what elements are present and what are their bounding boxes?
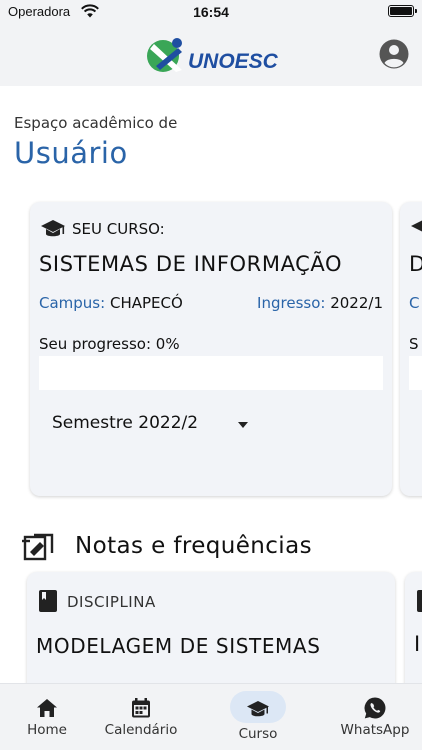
campus-label: Campus:: [39, 294, 106, 312]
subject-name: MODELAGEM DE SISTEMAS: [36, 634, 321, 658]
home-icon: [37, 699, 57, 717]
ingresso-label: Ingresso:: [257, 294, 326, 312]
campus-info: Campus: CHAPECÓ: [39, 294, 183, 312]
course-name: SISTEMAS DE INFORMAÇÃO: [39, 252, 343, 276]
subject-name-peek: I: [414, 632, 421, 656]
user-name: Usuário: [14, 136, 128, 170]
whatsapp-icon: [364, 697, 386, 719]
subject-card-next[interactable]: I: [405, 572, 422, 683]
course-card[interactable]: SEU CURSO: SISTEMAS DE INFORMAÇÃO Campus…: [30, 202, 392, 496]
campus-label-peek: C: [409, 294, 420, 312]
subject-card[interactable]: DISCIPLINA MODELAGEM DE SISTEMAS: [27, 572, 395, 683]
account-circle-icon[interactable]: [378, 38, 410, 70]
unoesc-logo-mark-icon: [147, 38, 182, 72]
greeting-subtitle: Espaço acadêmico de: [14, 114, 178, 132]
nav-item-course[interactable]: Curso: [224, 684, 292, 750]
nav-label-whatsapp: WhatsApp: [340, 722, 410, 738]
main-content[interactable]: Espaço acadêmico de Usuário SEU CURSO: S…: [0, 86, 422, 683]
course-card-next[interactable]: D C S: [400, 202, 422, 496]
status-bar: Operadora 16:54: [0, 0, 422, 24]
graduation-cap-icon: [247, 701, 269, 717]
bottom-navigation: Home Calendário Curso WhatsApp: [0, 683, 422, 750]
progress-label: Seu progresso: 0%: [39, 335, 180, 353]
nav-item-whatsapp[interactable]: WhatsApp: [334, 684, 416, 750]
progress-label-peek: S: [409, 335, 419, 353]
app-bar: UNOESC: [0, 24, 422, 86]
ingresso-info: Ingresso: 2022/1: [257, 294, 383, 312]
subject-label: DISCIPLINA: [67, 593, 156, 611]
course-name-peek: D: [409, 252, 422, 276]
unoesc-logo: UNOESC: [146, 34, 278, 76]
graduation-cap-icon: [41, 220, 65, 237]
book-icon: [417, 590, 422, 612]
progress-bar: [39, 356, 383, 390]
grades-icon: [22, 533, 54, 561]
nav-label-home: Home: [27, 722, 67, 738]
status-time: 16:54: [193, 4, 229, 20]
dropdown-arrow-icon: [238, 422, 248, 428]
book-icon: [39, 590, 57, 612]
calendar-icon: [132, 698, 150, 718]
campus-value: CHAPECÓ: [109, 294, 183, 312]
semester-selected-value: Semestre 2022/2: [52, 413, 199, 433]
semester-dropdown[interactable]: Semestre 2022/2: [52, 410, 262, 440]
unoesc-logo-text: UNOESC: [188, 50, 278, 73]
graduation-cap-icon: [410, 218, 422, 240]
nav-item-calendar[interactable]: Calendário: [96, 684, 186, 750]
course-card-label: SEU CURSO:: [72, 220, 165, 238]
nav-label-course: Curso: [238, 726, 278, 742]
battery-icon: [388, 5, 417, 17]
nav-label-calendar: Calendário: [104, 722, 178, 738]
ingresso-value: 2022/1: [330, 294, 383, 312]
notes-section-title: Notas e frequências: [75, 533, 312, 559]
progress-bar-peek: [409, 356, 422, 390]
nav-item-home[interactable]: Home: [14, 684, 80, 750]
